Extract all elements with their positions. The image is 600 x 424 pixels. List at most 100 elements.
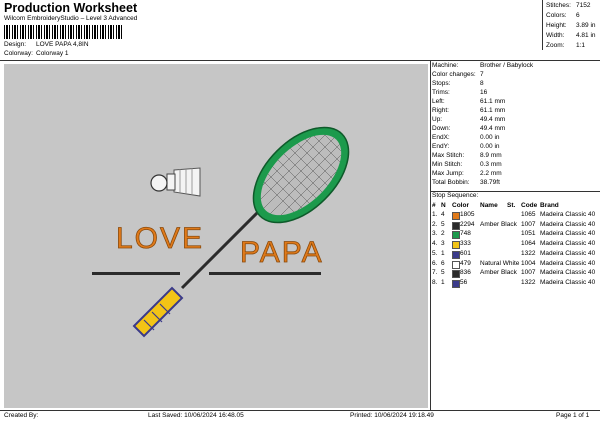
- brand-name: Madeira Classic 40: [540, 249, 596, 257]
- color-name: Amber Black: [480, 269, 517, 277]
- thread-code: 1064: [521, 240, 536, 248]
- thread-code: 1007: [521, 220, 536, 228]
- needle-number: 5: [441, 269, 445, 277]
- colorway-label: Colorway:: [4, 50, 33, 57]
- endy-label: EndY:: [432, 143, 450, 150]
- brand-name: Madeira Classic 40: [540, 278, 596, 286]
- thread-code: 1322: [521, 249, 536, 257]
- down-label: Down:: [432, 125, 451, 132]
- design-label: Design:: [4, 41, 27, 48]
- color-code: 479: [460, 259, 471, 267]
- page-number: Page 1 of 1: [556, 412, 590, 419]
- row-number: 4.: [432, 240, 438, 248]
- color-code: 2294: [460, 220, 475, 228]
- color-swatch: [452, 279, 460, 288]
- total-bobbin-label: Total Bobbin:: [432, 179, 470, 186]
- row-number: 3.: [432, 230, 438, 238]
- brand-name: Madeira Classic 40: [540, 269, 596, 277]
- color-swatch: [452, 221, 460, 230]
- stitches-label: Stitches:: [546, 2, 571, 9]
- color-swatch: [452, 212, 460, 220]
- color-name: Natural White: [480, 259, 520, 267]
- left-value: 61.1 mm: [480, 98, 506, 105]
- endy-value: 0.00 in: [480, 143, 500, 150]
- max-stitch-value: 8.9 mm: [480, 152, 502, 159]
- trims-label: Trims:: [432, 89, 450, 96]
- created-by: Created By:: [4, 412, 39, 419]
- thread-code: 1051: [521, 230, 536, 238]
- col-brand: Brand: [540, 202, 559, 209]
- width-label: Width:: [546, 32, 565, 39]
- racket-handle: [132, 286, 184, 338]
- col-code: Code: [521, 202, 538, 209]
- stops-value: 8: [480, 80, 484, 87]
- left-label: Left:: [432, 98, 445, 105]
- worksheet-title: Production Worksheet: [4, 1, 138, 15]
- col-st: St.: [507, 202, 516, 209]
- needle-number: 1: [441, 278, 445, 286]
- right-value: 61.1 mm: [480, 107, 506, 114]
- col-color: Color: [452, 202, 469, 209]
- machine-value: Brother / Babylock: [480, 62, 534, 69]
- total-bobbin-value: 38.79ft: [480, 179, 500, 186]
- software-name: Wilcom EmbroideryStudio – Level 3 Advanc…: [4, 15, 138, 22]
- up-label: Up:: [432, 116, 443, 123]
- color-code: 333: [460, 240, 471, 248]
- sequence-row: 3. 2 748 1051 Madeira Classic 40: [432, 230, 600, 240]
- row-number: 1.: [432, 211, 438, 218]
- color-swatch: [452, 250, 460, 259]
- needle-number: 5: [441, 220, 445, 228]
- thread-code: 1065: [521, 211, 536, 218]
- color-swatch: [452, 241, 460, 250]
- color-code: 601: [460, 249, 471, 257]
- sequence-row: 4. 3 333 1064 Madeira Classic 40: [432, 240, 600, 250]
- row-number: 6.: [432, 259, 438, 267]
- stops-label: Stops:: [432, 80, 451, 87]
- max-jump-value: 2.2 mm: [480, 170, 502, 177]
- needle-number: 6: [441, 259, 445, 267]
- color-code: 1805: [460, 211, 475, 218]
- papa-text: PAPA: [240, 236, 324, 269]
- needle-number: 2: [441, 230, 445, 238]
- design-preview: LOVE PAPA: [4, 64, 428, 408]
- colors-value: 6: [576, 12, 580, 19]
- footer-divider: [0, 410, 600, 411]
- embroidery-design: LOVE PAPA: [92, 120, 356, 338]
- last-saved: Last Saved: 10/06/2024 16:48.05: [148, 412, 244, 419]
- color-changes-label: Color changes:: [432, 71, 476, 78]
- col-n: N: [441, 202, 446, 209]
- sequence-table: 1. 4 1805 1065 Madeira Classic 40 2. 5 2294 Ambe…: [432, 211, 600, 291]
- panel-divider: [430, 60, 431, 410]
- design-name: LOVE PAPA 4,8IN: [36, 41, 89, 48]
- stitches-value: 7152: [576, 2, 591, 9]
- sequence-row: 8. 1 56 1322 Madeira Classic 40: [432, 279, 600, 288]
- brand-name: Madeira Classic 40: [540, 220, 596, 228]
- needle-number: 4: [441, 211, 445, 218]
- color-swatch: [452, 270, 460, 279]
- color-swatch: [452, 260, 460, 269]
- thread-code: 1322: [521, 278, 536, 286]
- row-number: 7.: [432, 269, 438, 277]
- colorway-row: Colorway: Colorway 1: [4, 50, 204, 59]
- needle-number: 3: [441, 240, 445, 248]
- up-value: 49.4 mm: [480, 116, 506, 123]
- color-code: 836: [460, 269, 471, 277]
- brand-name: Madeira Classic 40: [540, 240, 596, 248]
- row-number: 8.: [432, 278, 438, 286]
- love-text: LOVE: [116, 222, 204, 255]
- col-num: #: [432, 202, 436, 209]
- machine-info: Machine: Brother / Babylock Color changes…: [432, 62, 600, 202]
- brand-name: Madeira Classic 40: [540, 211, 596, 218]
- col-name: Name: [480, 202, 498, 209]
- color-swatch: [452, 231, 460, 240]
- summary-box: Stitches: 7152 Colors: 6 Height: 3.89 in Wi…: [546, 2, 600, 52]
- left-underline: [92, 272, 180, 275]
- summary-divider: [542, 0, 543, 50]
- design-row: Design: LOVE PAPA 4,8IN: [4, 41, 204, 50]
- down-value: 49.4 mm: [480, 125, 506, 132]
- sequence-header: # N Color Name St. Code Brand: [432, 202, 600, 211]
- barcode-image: [4, 25, 124, 39]
- width-value: 4.81 in: [576, 32, 596, 39]
- color-changes-value: 7: [480, 71, 484, 78]
- sequence-row: 6. 6 479 Natural White 1004 Madeira Classic 4…: [432, 260, 600, 269]
